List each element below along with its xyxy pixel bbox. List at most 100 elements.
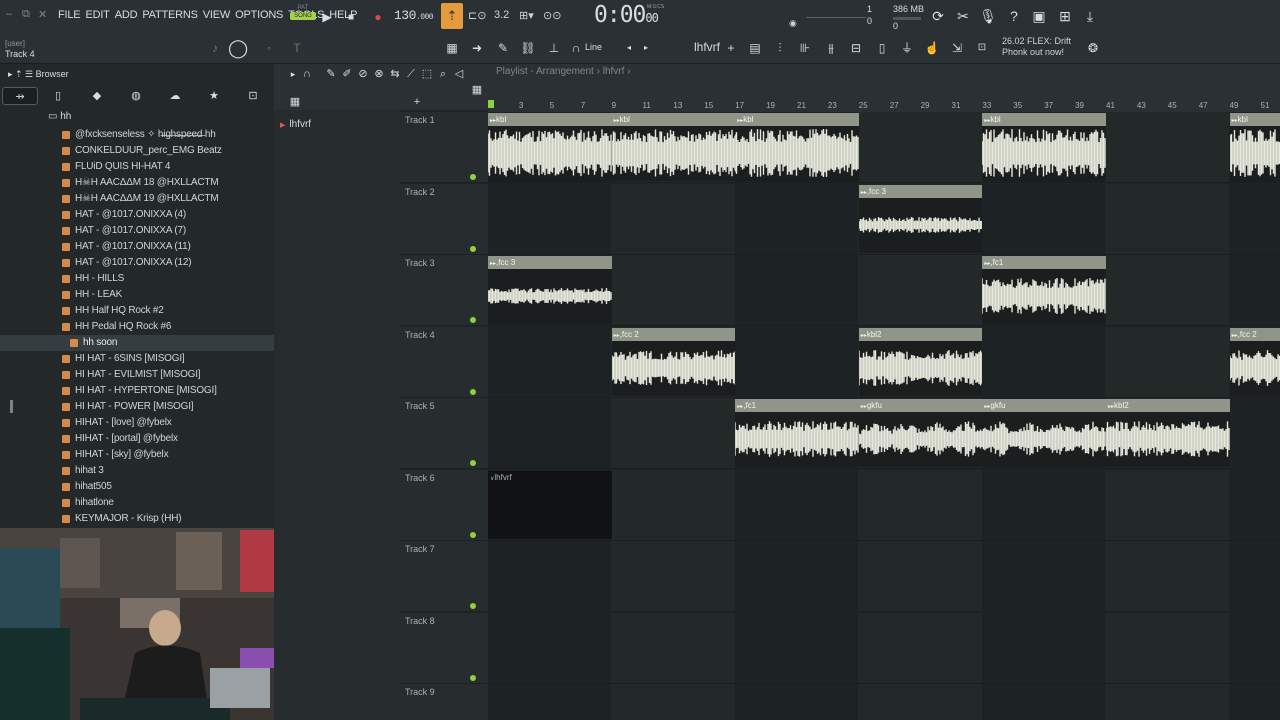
text-tool-icon[interactable]: T [288,40,306,56]
blend-notes-icon[interactable]: ⊞▾ [519,9,534,22]
browser-scrollbar[interactable] [10,400,13,413]
tab-web-icon[interactable]: ◍ [118,87,154,105]
browser-list-item[interactable]: HIHAT - [sky] @fybelx [0,447,274,463]
touch-icon[interactable]: ☝ [923,40,941,56]
audio-clip[interactable]: gkfu [982,399,1106,467]
audio-clip[interactable]: gkfu [858,399,983,467]
track-lane[interactable] [488,612,1280,684]
track-header[interactable]: Track 8 [400,612,488,684]
channel-rack-icon[interactable]: ⫶ [771,40,789,56]
browser-list-item[interactable]: FLUiD QUIS HI-HAT 4 [0,159,274,175]
audio-clip[interactable]: kbl [735,113,859,181]
arrow-right-icon[interactable]: ➜ [468,40,486,56]
master-pitch-knob[interactable]: ◦ [260,40,278,56]
stamp-icon[interactable]: ⊥ [545,40,563,56]
audio-clip[interactable]: ,fcc 3 [488,256,612,324]
audio-clip[interactable]: kbl2 [858,327,983,396]
microphone-icon[interactable]: 🎙 [979,7,997,25]
track-lane[interactable]: lhfvrf [488,469,1280,541]
cart-icon[interactable]: ⊡ [973,40,991,56]
track-header[interactable]: Track 2 [400,183,488,255]
track-header[interactable]: Track 1 [400,112,488,183]
menu-edit[interactable]: EDIT [85,9,109,21]
pattern-selector[interactable]: lhfvrf [694,40,720,54]
plug-icon[interactable]: ⏚ [898,40,916,56]
master-volume-knob[interactable]: ◯ [228,39,248,57]
browser-list-item[interactable]: HAT - @1017.ONIXXA (4) [0,207,274,223]
browser-list-item[interactable]: HI HAT - HYPERTONE [MISOGI] [0,383,274,399]
play-icon[interactable]: ▶ [318,8,336,26]
step-value[interactable]: 3.2 [494,9,509,21]
browser-list-item[interactable]: HH Half HQ Rock #2 [0,303,274,319]
faders-icon[interactable]: ⫵ [822,40,840,56]
close-icon[interactable]: ✕ [38,8,47,21]
browser-list-item[interactable]: H☠H AACΔΔM 18 @HXLLACTM [0,175,274,191]
track-mute-led[interactable] [470,603,476,609]
track-header[interactable]: Track 3 [400,255,488,326]
pattern-clip[interactable]: lhfvrf [488,470,612,539]
timeline-ruler[interactable]: 1357911131517192123252729313335373941434… [488,98,1280,112]
pattern-list-item[interactable]: lhfvrf [280,119,311,130]
track-header[interactable]: Track 4 [400,326,488,398]
mixer-icon[interactable]: ⊪ [796,40,814,56]
magnet-icon[interactable]: ∩ [567,40,585,56]
tab-plugins-icon[interactable]: ◆ [79,87,115,105]
mixer-settings-icon[interactable]: ⊞ [1056,7,1074,25]
playback-tool-icon[interactable]: ◁ [450,66,468,82]
snap-prev-icon[interactable]: ◂ [620,40,638,56]
track-header[interactable]: Track 5 [400,398,488,469]
menu-add[interactable]: ADD [115,9,138,21]
loop-record-icon[interactable]: ⊙⊙ [543,9,561,22]
tab-cloud-icon[interactable]: ☁ [157,87,193,105]
track-lane[interactable]: kblkblkblkblkbl [488,112,1280,183]
track-lane[interactable]: ,fc1gkfugkfukbl2 [488,398,1280,469]
browser-list-item[interactable]: HAT - @1017.ONIXXA (11) [0,239,274,255]
audio-clip[interactable]: kbl2 [1106,399,1230,467]
browser-list-item[interactable]: H☠H AACΔΔM 19 @HXLLACTM [0,191,274,207]
pitch-icon[interactable]: ◉ [789,18,797,29]
browser-current-folder[interactable]: ▭ hh [48,111,71,122]
stop-icon[interactable]: ■ [342,8,360,26]
browser-list-item[interactable]: HAT - @1017.ONIXXA (12) [0,255,274,271]
track-lane[interactable]: ,fcc 2 kbl2 ,fcc 2 [488,326,1280,398]
browser-list-item[interactable]: CONKELDUUR_perc_EMG Beatz [0,143,274,159]
menu-options[interactable]: OPTIONS [235,9,283,21]
piano-roll-icon[interactable]: ▦ [443,40,461,56]
browser-list-item[interactable]: HI HAT - 6SINS [MISOGI] [0,351,274,367]
browser-list-item[interactable]: HIHAT - [portal] @fybelx [0,431,274,447]
audio-clip[interactable]: kbl [1229,113,1280,181]
browser-list-item[interactable]: KEYMAJOR - Krisp (HH) [0,511,274,527]
track-lane[interactable]: ,fcc 3 ,fc1 [488,255,1280,326]
pattern-picker-icon[interactable]: ▦ [286,94,304,110]
pat-song-toggle[interactable]: PAT SONG [290,5,316,27]
browser-list-item[interactable]: hh soon [0,335,274,351]
track-mute-led[interactable] [470,245,476,252]
audio-clip[interactable]: kbl [611,113,736,181]
browser-list-item[interactable]: hihat 3 [0,463,274,479]
track-lane[interactable]: ,fcc 3 [488,183,1280,255]
pencil-icon[interactable]: ✎ [494,40,512,56]
download-icon[interactable]: ⤓ [1081,7,1099,25]
audio-clip[interactable]: ,fcc 2 [611,327,736,396]
playlist-icon[interactable]: ▤ [746,40,764,56]
audio-clip[interactable]: ,fc1 [735,399,859,467]
wait-input-icon[interactable]: ⊏⊙ [468,9,486,22]
minimize-icon[interactable]: – [6,8,12,20]
track-mute-led[interactable] [470,674,476,681]
piano-icon[interactable]: ▦ [468,82,486,98]
magnet-small-icon[interactable]: ∩ [298,66,316,82]
browser-list-item[interactable]: HH - HILLS [0,271,274,287]
mic-small-icon[interactable]: ♪ [206,40,224,56]
browser-list-item[interactable]: HH - LEAK [0,287,274,303]
track-header[interactable]: Track 9 [400,684,488,720]
audio-clip[interactable]: ,fc1 [982,256,1106,324]
track-header[interactable]: Track 6 [400,469,488,541]
tab-favorites-icon[interactable]: ★ [196,87,232,105]
tab-history-icon[interactable]: ⊡ [235,87,271,105]
track-header[interactable]: Track 7 [400,541,488,612]
add-track-icon[interactable]: + [408,94,426,110]
track-lane[interactable] [488,541,1280,612]
playhead-marker[interactable] [488,100,494,108]
browser-list-item[interactable]: HIHAT - [love] @fybelx [0,415,274,431]
file-icon[interactable]: ▯ [873,40,891,56]
